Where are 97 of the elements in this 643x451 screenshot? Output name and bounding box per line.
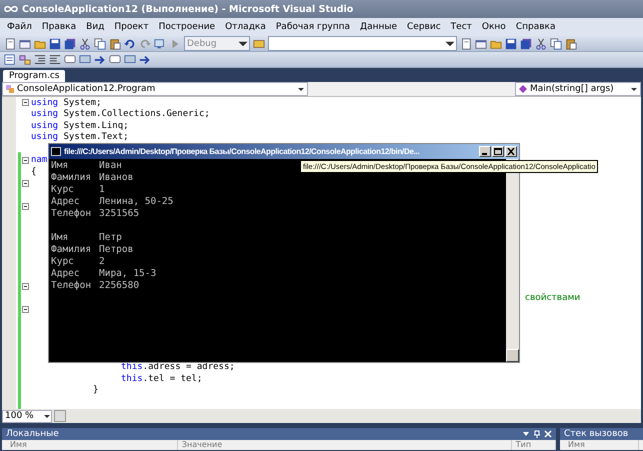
method-icon — [518, 84, 528, 94]
document-icon[interactable] — [460, 38, 472, 50]
arrow-icon[interactable] — [94, 54, 106, 66]
paste-icon[interactable] — [565, 38, 577, 50]
console-value: 1 — [99, 184, 105, 196]
code-line: using System.Text; — [31, 132, 129, 142]
scissors-icon[interactable] — [79, 38, 91, 50]
close-button[interactable] — [505, 146, 517, 157]
dropdown-icon[interactable] — [522, 430, 530, 438]
console-value: 2256580 — [99, 280, 140, 292]
code-line: this.tel = tel; — [120, 374, 202, 384]
scissors-icon[interactable] — [535, 38, 547, 50]
undo-icon[interactable] — [124, 38, 136, 50]
menu-item[interactable]: Проект — [109, 21, 154, 33]
maximize-icon — [494, 148, 502, 155]
console-value: Петр — [99, 232, 122, 244]
find-combo[interactable] — [268, 36, 457, 51]
copy-icon[interactable] — [94, 38, 106, 50]
console-label: Телефон — [51, 280, 92, 292]
window-icon[interactable] — [19, 38, 31, 50]
collapse-icon[interactable] — [22, 283, 29, 290]
column-header[interactable]: Значение — [178, 440, 512, 450]
menu-item[interactable]: Правка — [36, 21, 82, 33]
collapse-icon[interactable] — [22, 156, 29, 164]
save-all-icon[interactable] — [64, 38, 76, 50]
menu-item[interactable]: Файл — [2, 21, 37, 33]
paste-icon[interactable] — [109, 38, 121, 50]
console-label: Адрес — [51, 268, 81, 280]
properties-icon[interactable] — [4, 54, 16, 66]
caret-icon — [297, 86, 305, 92]
type-dropdown[interactable]: ConsoleApplication12.Program — [2, 82, 308, 96]
code-line: using System.Linq; — [31, 120, 129, 131]
infinity-icon — [4, 5, 18, 13]
code-line: } — [92, 385, 98, 396]
close-icon — [507, 148, 515, 155]
console-value: Иванов — [99, 172, 134, 184]
console-value: Мира, 15-3 — [99, 268, 156, 280]
outdent-icon[interactable] — [49, 54, 61, 66]
save-icon[interactable] — [505, 38, 517, 50]
console-value: 2 — [99, 256, 105, 268]
console-value: 3251565 — [99, 208, 140, 220]
caret-icon — [43, 414, 51, 418]
code-line: using System.Collections.Generic; — [31, 109, 210, 120]
console-value: Иван — [99, 160, 122, 172]
menu-item[interactable]: Построение — [154, 21, 220, 33]
code-line: nam — [31, 155, 48, 166]
pin-icon[interactable] — [533, 430, 541, 438]
console-label: Адрес — [51, 196, 81, 208]
monitor-icon[interactable] — [154, 38, 166, 50]
collapse-icon[interactable] — [22, 202, 29, 210]
console-label: Курс — [51, 256, 75, 268]
maximize-button[interactable] — [492, 146, 504, 157]
document-icon[interactable] — [4, 38, 16, 50]
collapse-icon[interactable] — [22, 180, 29, 187]
indent-icon[interactable] — [34, 54, 46, 66]
collapse-icon[interactable] — [22, 99, 29, 106]
menu-item[interactable]: Данные — [355, 21, 402, 33]
console-label: Фамилия — [51, 172, 92, 184]
menu-item[interactable]: Тест — [446, 21, 477, 33]
menu-item[interactable]: Сервис — [402, 21, 446, 33]
window-title: ConsoleApplication12 (Выполнение) - Microsoft Visual Studio — [22, 4, 354, 14]
console-title: file:///C:/Users/Admin/Desktop/Проверка Базы/ConsoleApplication12/ConsoleApplication12/bin/De... — [64, 147, 420, 156]
collapse-icon[interactable] — [22, 306, 29, 314]
menu-item[interactable]: Справка — [510, 21, 560, 33]
menu-item[interactable]: Вид — [81, 21, 110, 33]
console-label: Имя — [51, 232, 70, 244]
column-header[interactable]: Имя — [6, 440, 178, 450]
save-all-icon[interactable] — [520, 38, 532, 50]
menu-item[interactable]: Окно — [476, 21, 511, 33]
close-icon[interactable] — [544, 430, 552, 438]
class-icon — [5, 84, 15, 94]
arrow-icon[interactable] — [139, 54, 151, 66]
window-icon[interactable] — [475, 38, 487, 50]
class-icon[interactable] — [19, 54, 31, 66]
console-value: Ленина, 50-25 — [99, 196, 174, 208]
member-dropdown[interactable]: Main(string[] args) — [515, 82, 641, 96]
caret-icon — [630, 86, 638, 92]
save-icon[interactable] — [49, 38, 61, 50]
menu-item[interactable]: Отладка — [220, 21, 271, 33]
console-label: Курс — [51, 184, 75, 196]
menu-item[interactable]: Рабочая группа — [270, 21, 356, 33]
code-line: { — [31, 166, 36, 177]
zoom-dropdown[interactable]: 100 % — [2, 410, 52, 422]
console-label: Телефон — [51, 208, 92, 220]
minimize-button[interactable] — [479, 146, 491, 157]
document-tab[interactable]: Program.cs — [3, 70, 66, 82]
console-label: Фамилия — [51, 244, 92, 256]
copy-icon[interactable] — [550, 38, 562, 50]
panel-title: Стек вызовов — [564, 429, 628, 439]
code-line: свойствами — [524, 293, 580, 304]
panel-title: Локальные — [6, 429, 59, 439]
code-line: using System; — [31, 98, 102, 108]
code-line: this.adress = adress; — [120, 362, 235, 372]
column-header[interactable]: Тип — [512, 440, 556, 450]
console-icon — [51, 147, 61, 156]
console-value: Петров — [99, 244, 134, 256]
console-label: Имя — [51, 160, 70, 172]
